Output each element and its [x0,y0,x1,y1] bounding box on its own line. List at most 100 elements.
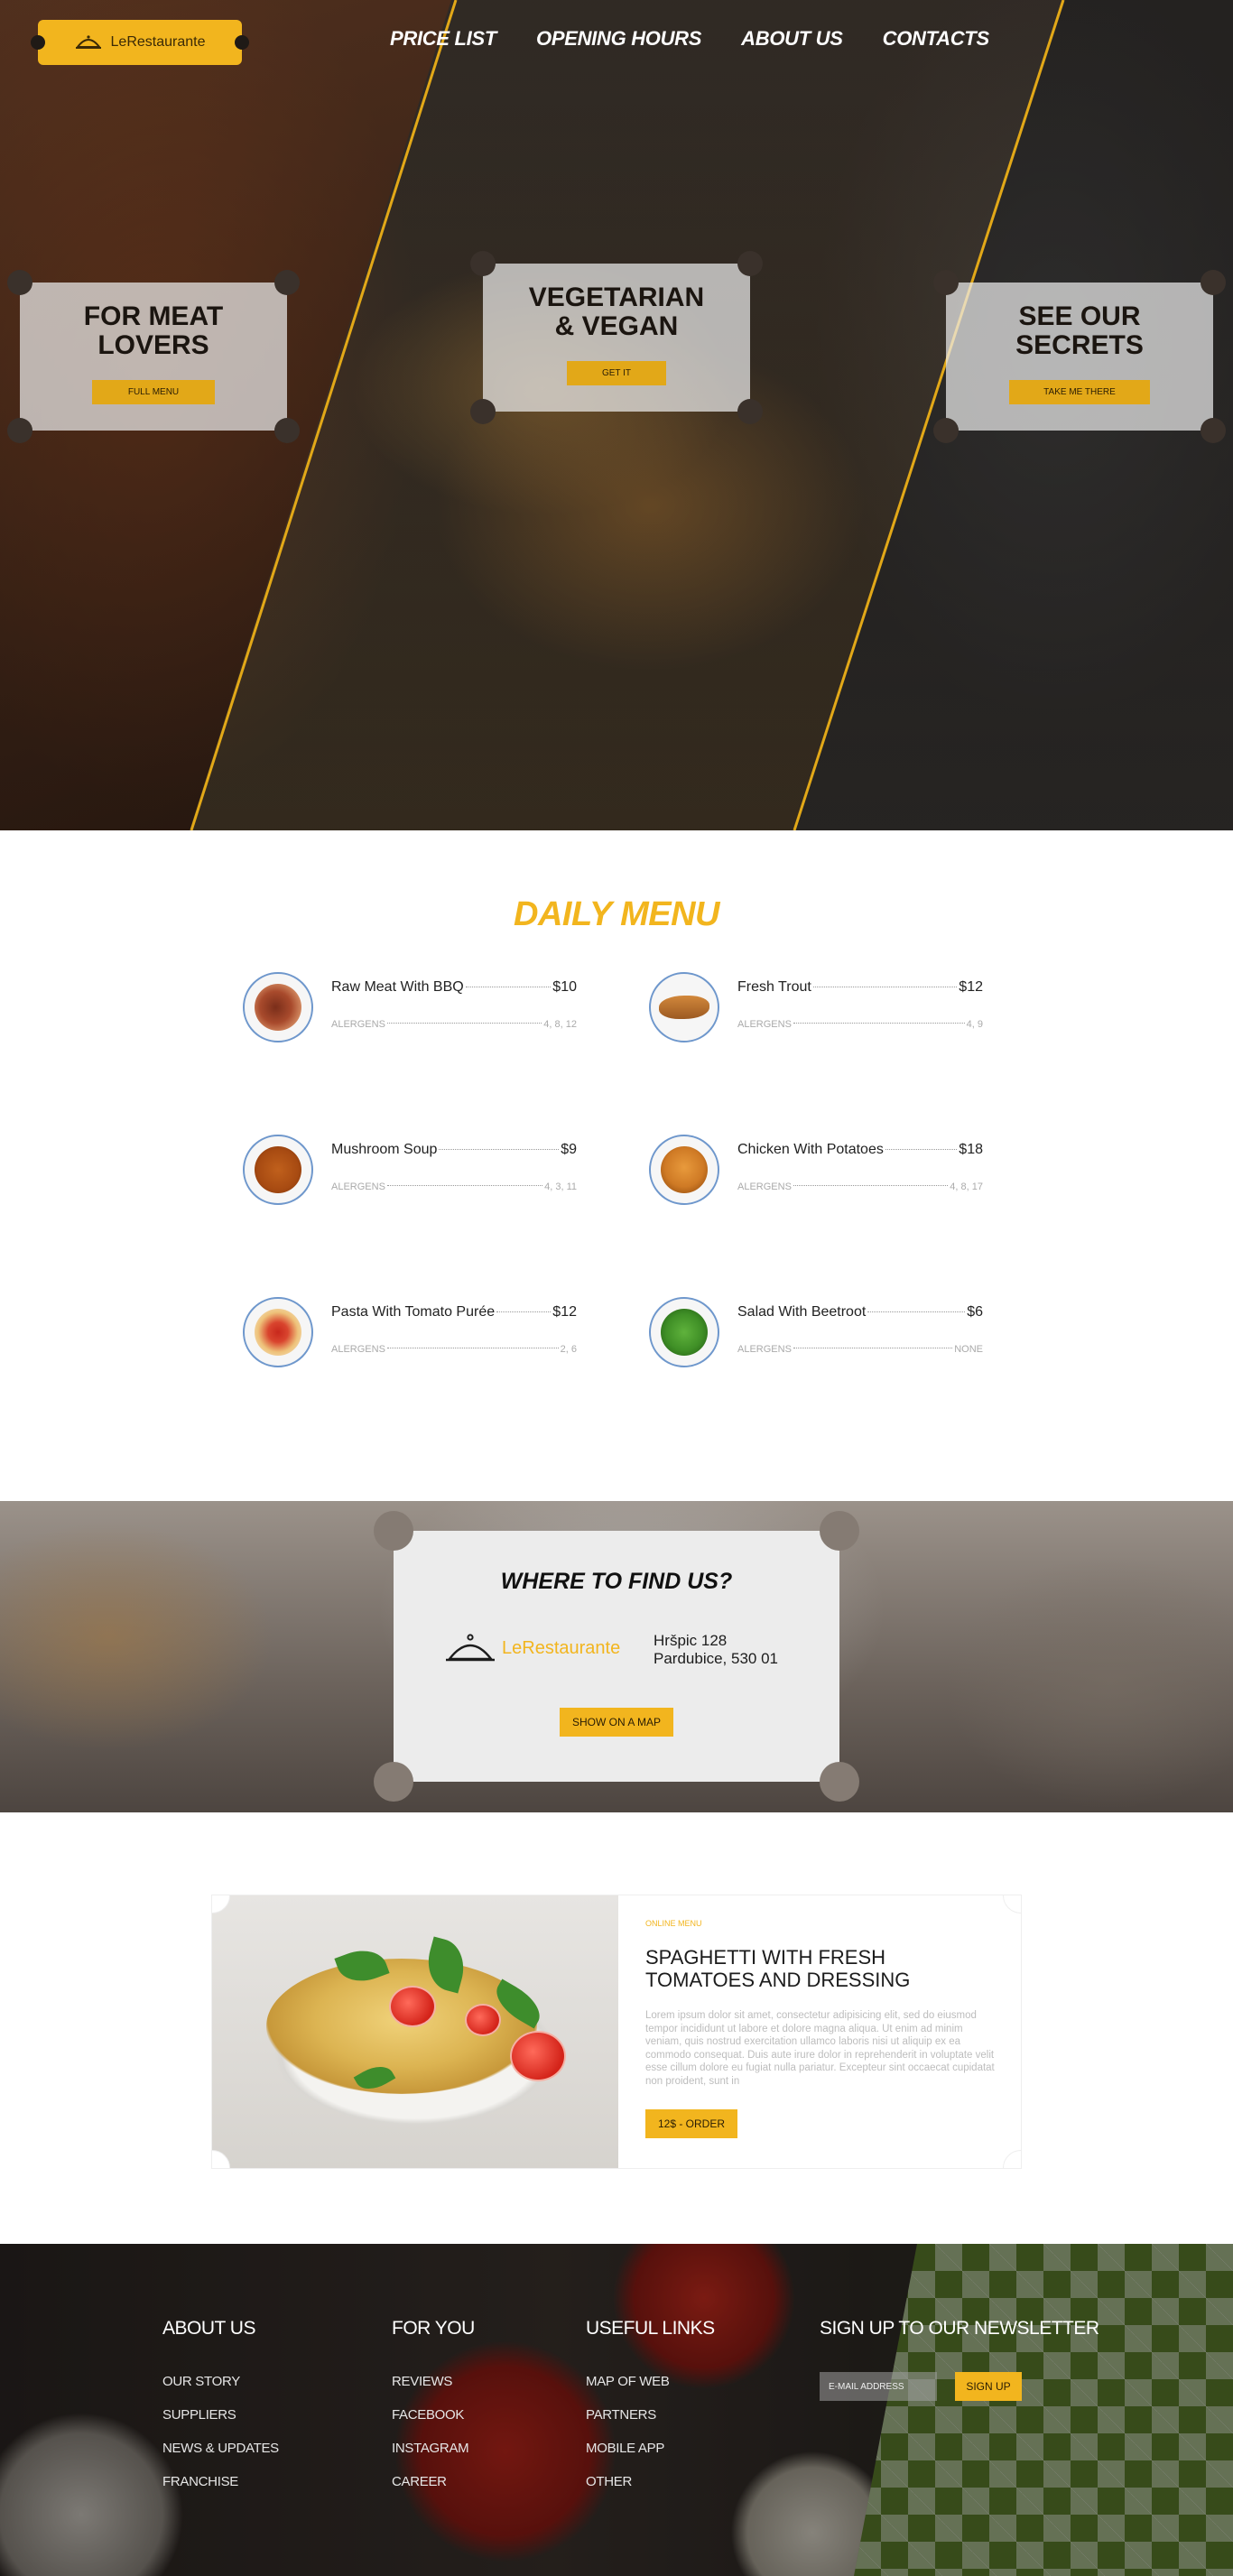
footer-link-instagram[interactable]: Instagram [392,2441,475,2456]
ticket-notch [1003,1895,1021,1913]
hero-card-meat: For Meat Lovers Full Menu [7,270,300,443]
full-menu-button[interactable]: Full Menu [92,380,215,404]
ticket-notch [374,1762,413,1802]
ticket-notch [933,418,959,443]
allergens-label: Alergens [737,1181,792,1192]
hero-card-title: Vegetarian & Vegan [528,283,705,341]
footer-link-reviews[interactable]: Reviews [392,2374,475,2389]
get-it-button[interactable]: Get It [567,361,666,385]
menu-item[interactable]: Chicken With Potatoes $18 Alergens 4, 8,… [649,1135,983,1216]
nav-opening-hours[interactable]: Opening Hours [536,27,701,51]
daily-menu-grid: Raw Meat With BBQ $10 Alergens 4, 8, 12 … [0,972,1233,1441]
feature-section: Online Menu Spaghetti With Fresh Tomatoe… [0,1812,1233,2244]
ticket-notch [1201,270,1226,295]
dot-leader [496,1311,552,1312]
logo[interactable]: LeRestaurante [31,20,249,65]
location-brand-name: LeRestaurante [502,1637,621,1658]
footer-link-map-of-web[interactable]: Map Of Web [586,2374,715,2389]
menu-item[interactable]: Mushroom Soup $9 Alergens 4, 3, 11 [243,1135,577,1216]
menu-item-name-row: Pasta With Tomato Purée $12 [331,1304,577,1320]
menu-item-name-row: Fresh Trout $12 [737,979,983,996]
dot-leader [386,1023,542,1024]
soup-icon [243,1135,313,1205]
daily-menu-section: Daily Menu Raw Meat With BBQ $10 Alergen… [0,830,1233,1501]
location-section: Where To Find Us? LeRestaurante Hršpic 1… [0,1501,1233,1812]
footer-useful-column: Useful Links Map Of Web Partners Mobile … [586,2318,715,2507]
menu-item-name: Mushroom Soup [331,1142,438,1157]
menu-item[interactable]: Raw Meat With BBQ $10 Alergens 4, 8, 12 [243,972,577,1053]
menu-item-name-row: Mushroom Soup $9 [331,1142,577,1158]
ticket-notch [933,270,959,295]
footer-for-you-column: For You Reviews Facebook Instagram Caree… [392,2318,475,2507]
footer-link-mobile-app[interactable]: Mobile App [586,2441,715,2456]
allergens-value: 4, 9 [966,1019,983,1030]
menu-item-name: Fresh Trout [737,979,811,995]
order-button[interactable]: 12$ - Order [645,2109,738,2138]
location-card: Where To Find Us? LeRestaurante Hršpic 1… [374,1511,859,1802]
logo-text: LeRestaurante [110,34,206,50]
dot-leader [885,1149,958,1150]
nav-contacts[interactable]: Contacts [883,27,989,51]
main-nav: Price List Opening Hours About Us Contac… [390,27,989,51]
hero-section: LeRestaurante Price List Opening Hours A… [0,0,1233,830]
footer: About Us Our Story Suppliers News & Upda… [0,2244,1233,2576]
ticket-notch [820,1762,859,1802]
footer-link-franchise[interactable]: Franchise [162,2474,279,2489]
footer-newsletter-column: Sign Up To Our Newsletter [820,2318,1099,2340]
show-on-map-button[interactable]: Show On A Map [560,1708,673,1737]
allergens-label: Alergens [331,1019,385,1030]
address-line-1: Hršpic 128 [654,1632,728,1649]
take-me-there-button[interactable]: Take Me There [1009,380,1150,404]
ticket-notch [1201,418,1226,443]
dot-leader [793,1185,949,1186]
menu-item-allergens-row: Alergens 2, 6 [331,1344,577,1355]
menu-item-price: $6 [967,1304,983,1320]
ticket-notch [374,1511,413,1551]
footer-link-partners[interactable]: Partners [586,2407,715,2423]
footer-link-our-story[interactable]: Our Story [162,2374,279,2389]
cloche-icon [75,35,101,49]
cloche-icon [446,1634,495,1662]
hero-card-vegetarian: Vegetarian & Vegan Get It [470,251,763,424]
menu-item-allergens-row: Alergens 4, 3, 11 [331,1181,577,1192]
newsletter-signup-button[interactable]: Sign Up [955,2372,1022,2401]
ticket-notch [470,251,496,276]
menu-item-price: $9 [561,1142,577,1157]
dot-leader [867,1311,966,1312]
dot-leader [386,1185,543,1186]
nav-about-us[interactable]: About Us [741,27,843,51]
pasta-icon [243,1297,313,1367]
footer-link-news[interactable]: News & Updates [162,2441,279,2456]
nav-price-list[interactable]: Price List [390,27,496,51]
footer-for-you-title: For You [392,2318,475,2339]
menu-item[interactable]: Pasta With Tomato Purée $12 Alergens 2, … [243,1297,577,1378]
menu-item[interactable]: Salad With Beetroot $6 Alergens None [649,1297,983,1378]
menu-item-name: Raw Meat With BBQ [331,979,464,995]
menu-item-allergens-row: Alergens 4, 9 [737,1019,983,1030]
menu-item[interactable]: Fresh Trout $12 Alergens 4, 9 [649,972,983,1053]
menu-item-price: $12 [552,1304,577,1320]
tomato-shape [389,1986,436,2027]
tomato-shape [510,2031,566,2081]
hero-card-title: For Meat Lovers [83,301,224,360]
footer-link-facebook[interactable]: Facebook [392,2407,475,2423]
footer-link-other[interactable]: Other [586,2474,715,2489]
allergens-value: 4, 8, 12 [543,1019,577,1030]
ticket-notch [737,399,763,424]
menu-item-name: Chicken With Potatoes [737,1142,884,1157]
allergens-value: 4, 3, 11 [544,1181,577,1192]
footer-about-column: About Us Our Story Suppliers News & Upda… [162,2318,279,2507]
menu-item-name-row: Salad With Beetroot $6 [737,1304,983,1320]
menu-item-allergens-row: Alergens 4, 8, 17 [737,1181,983,1192]
allergens-value: 4, 8, 17 [950,1181,983,1192]
newsletter-email-input[interactable] [820,2372,937,2401]
menu-item-allergens-row: Alergens None [737,1344,983,1355]
allergens-label: Alergens [331,1181,385,1192]
allergens-label: Alergens [737,1344,792,1355]
footer-link-suppliers[interactable]: Suppliers [162,2407,279,2423]
footer-link-career[interactable]: Career [392,2474,475,2489]
menu-item-price: $10 [552,979,577,995]
allergens-label: Alergens [737,1019,792,1030]
ticket-notch [820,1511,859,1551]
salad-icon [649,1297,719,1367]
